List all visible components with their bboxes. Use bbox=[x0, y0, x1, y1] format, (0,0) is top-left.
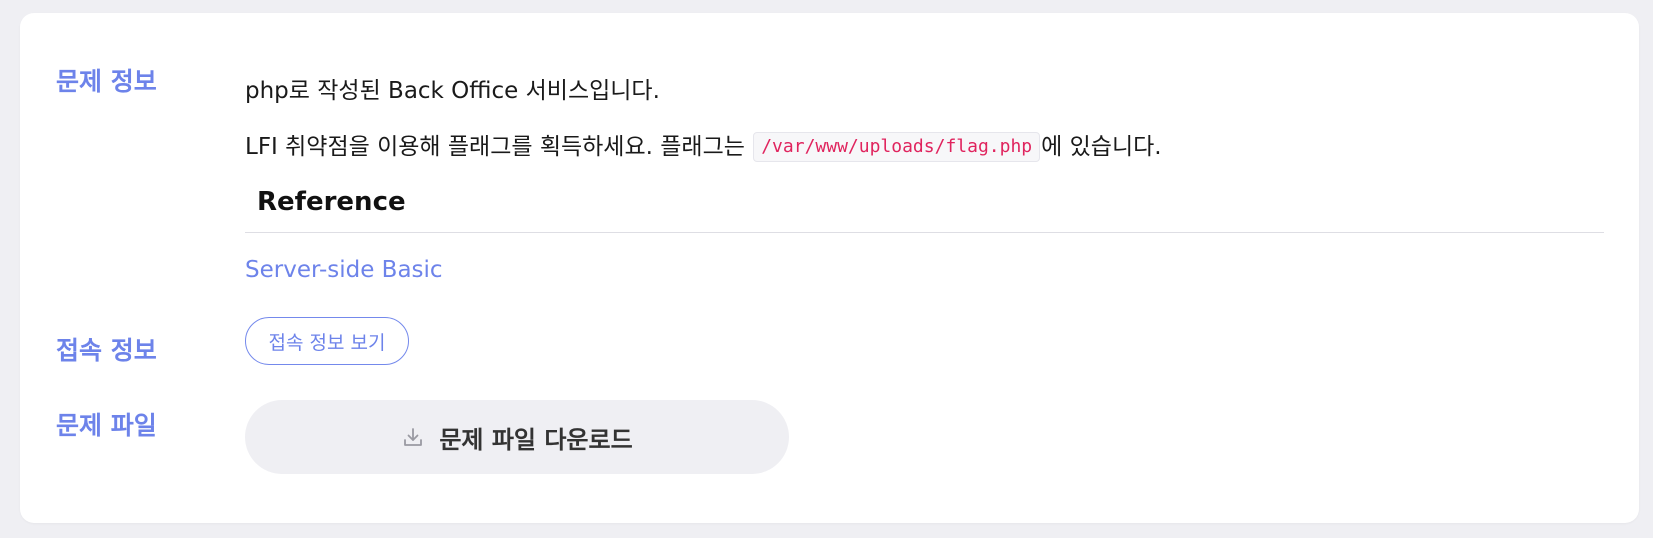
view-access-info-button[interactable]: 접속 정보 보기 bbox=[245, 317, 409, 365]
access-info-label: 접속 정보 bbox=[56, 336, 157, 365]
reference-heading: Reference bbox=[257, 187, 406, 217]
reference-link-server-side-basic[interactable]: Server-side Basic bbox=[245, 257, 443, 283]
download-button-label: 문제 파일 다운로드 bbox=[439, 425, 633, 454]
challenge-card: 문제 정보 php로 작성된 Back Office 서비스입니다. LFI 취… bbox=[20, 13, 1639, 523]
description-line-1: php로 작성된 Back Office 서비스입니다. bbox=[245, 78, 660, 104]
challenge-file-label: 문제 파일 bbox=[56, 411, 157, 440]
download-challenge-file-button[interactable]: 문제 파일 다운로드 bbox=[245, 400, 789, 474]
description-line-2-start: LFI 취약점을 이용해 플래그를 획득하세요. 플래그는 bbox=[245, 134, 753, 160]
download-icon bbox=[401, 425, 425, 449]
description-line-2: LFI 취약점을 이용해 플래그를 획득하세요. 플래그는 /var/www/u… bbox=[245, 127, 1162, 162]
challenge-info-label: 문제 정보 bbox=[56, 67, 157, 96]
reference-divider bbox=[245, 232, 1604, 233]
flag-path-code: /var/www/uploads/flag.php bbox=[753, 132, 1041, 162]
description-line-2-end: 에 있습니다. bbox=[1041, 134, 1162, 160]
